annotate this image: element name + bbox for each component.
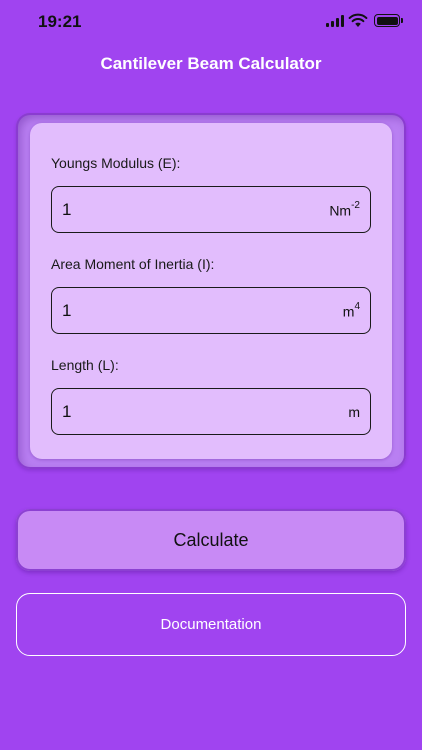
- documentation-button[interactable]: Documentation: [16, 593, 406, 656]
- youngs-modulus-field[interactable]: 1 Nm-2: [51, 186, 371, 233]
- page-title: Cantilever Beam Calculator: [100, 54, 322, 73]
- status-bar: 19:21: [0, 0, 422, 46]
- calculate-button[interactable]: Calculate: [16, 509, 406, 571]
- length-unit: m: [348, 404, 360, 420]
- length-label: Length (L):: [51, 357, 119, 373]
- youngs-modulus-value[interactable]: 1: [62, 200, 71, 220]
- status-time: 19:21: [38, 12, 82, 31]
- battery-icon: [374, 14, 403, 27]
- input-panel: Youngs Modulus (E): 1 Nm-2 Area Moment o…: [16, 113, 406, 469]
- battery-level: [376, 16, 398, 25]
- area-moment-field[interactable]: 1 m4: [51, 287, 371, 334]
- input-card: Youngs Modulus (E): 1 Nm-2 Area Moment o…: [30, 123, 392, 459]
- area-moment-value[interactable]: 1: [62, 301, 71, 321]
- youngs-modulus-unit: Nm-2: [329, 200, 360, 219]
- length-value[interactable]: 1: [62, 402, 71, 422]
- wifi-icon: [348, 13, 368, 27]
- youngs-modulus-label: Youngs Modulus (E):: [51, 155, 181, 171]
- area-moment-unit: m4: [342, 301, 360, 320]
- area-moment-label: Area Moment of Inertia (I):: [51, 256, 215, 272]
- cellular-signal-icon: [326, 15, 344, 27]
- length-field[interactable]: 1 m: [51, 388, 371, 435]
